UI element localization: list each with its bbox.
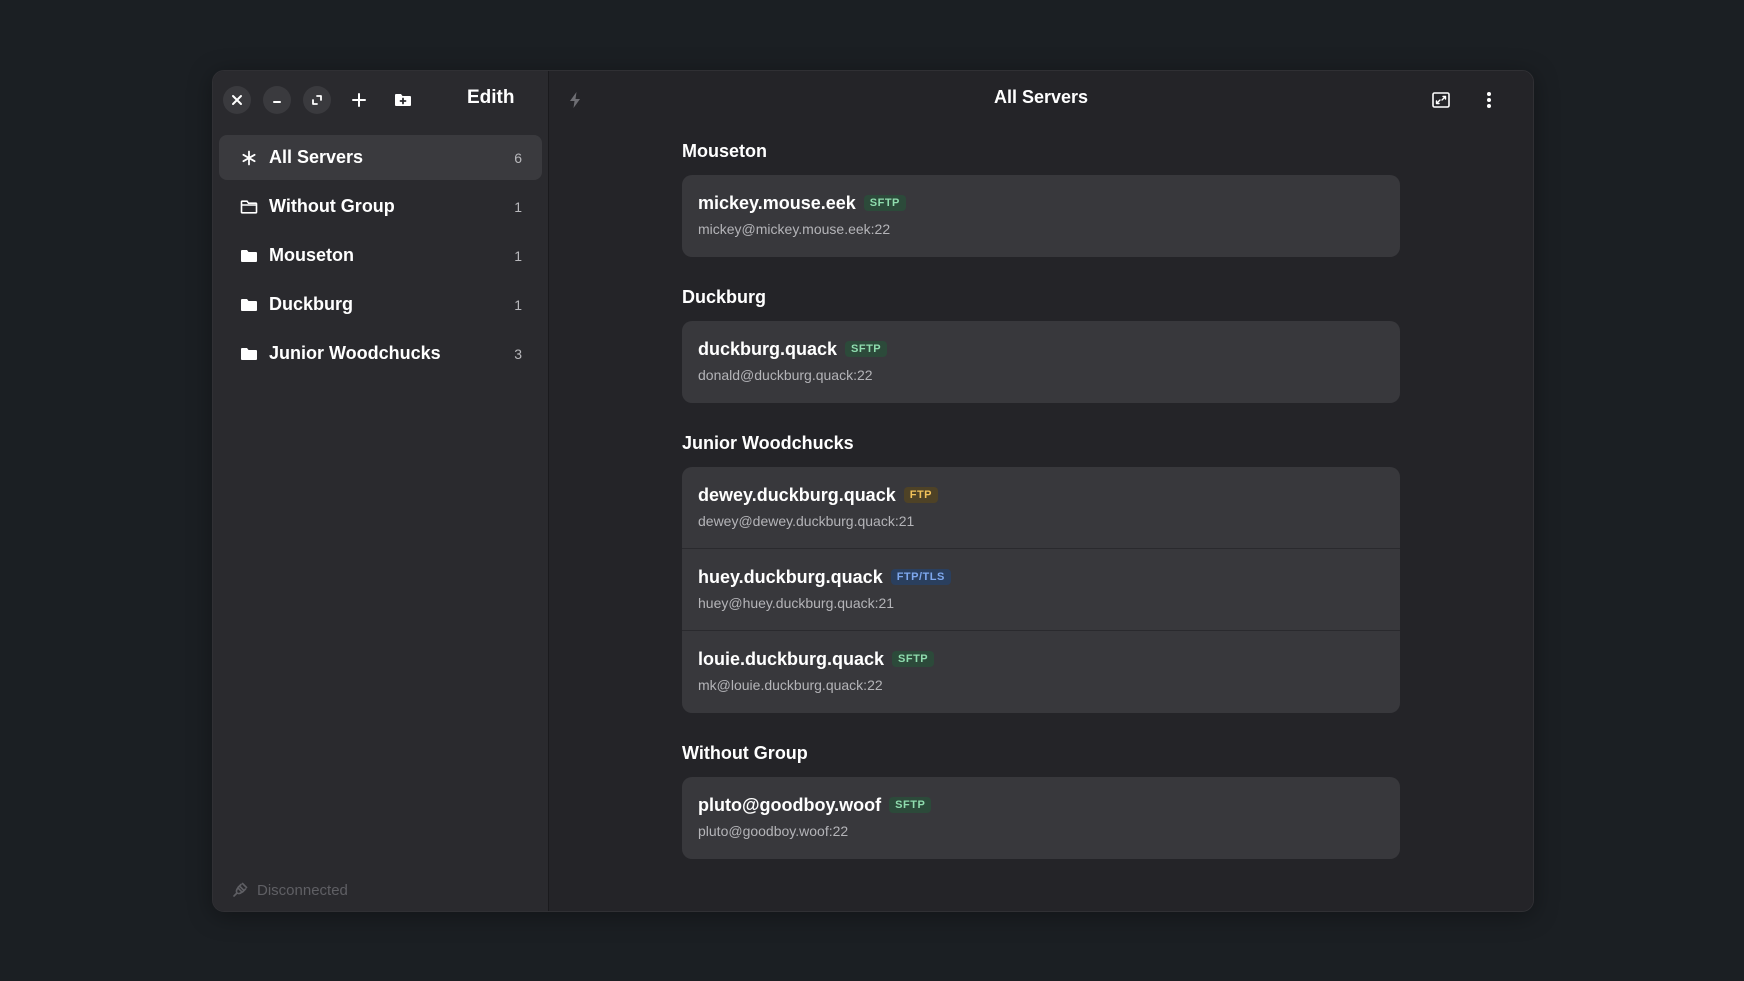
server-row-header: mickey.mouse.eek SFTP — [698, 191, 1384, 215]
main-content: All Servers Mouseton mickey.mouse.eek SF… — [549, 71, 1533, 911]
server-name: duckburg.quack — [698, 338, 838, 359]
sidebar-item-label: Mouseton — [269, 245, 354, 265]
server-list: Mouseton mickey.mouse.eek SFTP mickey@mi… — [682, 141, 1400, 889]
protocol-badge: SFTP — [863, 195, 906, 211]
add-server-button[interactable] — [343, 84, 375, 116]
minimize-window-button[interactable] — [263, 86, 291, 114]
minimize-icon — [273, 101, 281, 103]
sidebar-item-duckburg[interactable]: Duckburg 1 — [219, 282, 542, 327]
group-title-junior-woodchucks: Junior Woodchucks — [682, 433, 854, 453]
server-address: donald@duckburg.quack:22 — [698, 367, 873, 383]
server-address: mickey@mickey.mouse.eek:22 — [698, 221, 891, 237]
folder-icon — [239, 344, 259, 364]
group-card-without-group: pluto@goodboy.woof SFTP pluto@goodboy.wo… — [682, 777, 1400, 859]
toggle-view-button[interactable] — [1425, 84, 1457, 116]
sidebar-item-all-servers[interactable]: All Servers 6 — [219, 135, 542, 180]
asterisk-icon — [239, 148, 259, 168]
group-title-mouseton: Mouseton — [682, 141, 767, 161]
sidebar-item-count: 1 — [514, 247, 522, 264]
close-icon — [232, 95, 242, 105]
folder-icon — [239, 246, 259, 266]
server-name: dewey.duckburg.quack — [698, 484, 896, 505]
folder-icon — [239, 295, 259, 315]
group-title-duckburg: Duckburg — [682, 287, 767, 307]
kebab-menu-icon — [1487, 92, 1491, 108]
plus-icon — [352, 93, 366, 107]
content-header: All Servers — [549, 71, 1533, 125]
connection-status: Disconnected — [231, 881, 348, 899]
protocol-badge: FTP — [903, 487, 938, 503]
sidebar-item-label: Without Group — [269, 196, 395, 216]
close-window-button[interactable] — [223, 86, 251, 114]
server-row-header: duckburg.quack SFTP — [698, 337, 1384, 361]
server-row-header: dewey.duckburg.quack FTP — [698, 483, 1384, 507]
server-name: pluto@goodboy.woof — [698, 794, 882, 815]
sidebar-item-label: Duckburg — [269, 294, 354, 314]
sidebar-header: Edith — [213, 71, 548, 125]
server-row-header: pluto@goodboy.woof SFTP — [698, 793, 1384, 817]
sidebar-item-label: All Servers — [269, 147, 364, 167]
app-title: Edith — [467, 87, 515, 108]
folder-outline-icon — [239, 197, 259, 217]
expand-icon — [1432, 92, 1450, 108]
server-address: dewey@dewey.duckburg.quack:21 — [698, 513, 915, 529]
status-text: Disconnected — [257, 881, 348, 899]
sidebar-item-junior-woodchucks[interactable]: Junior Woodchucks 3 — [219, 331, 542, 376]
group-title-without-group: Without Group — [682, 743, 808, 763]
folder-add-icon — [395, 94, 411, 106]
server-row[interactable]: pluto@goodboy.woof SFTP pluto@goodboy.wo… — [682, 777, 1400, 859]
server-row[interactable]: dewey.duckburg.quack FTP dewey@dewey.duc… — [682, 467, 1400, 549]
restore-window-button[interactable] — [303, 86, 331, 114]
server-name: huey.duckburg.quack — [698, 566, 883, 587]
sidebar-item-count: 1 — [514, 198, 522, 215]
sidebar-item-count: 1 — [514, 296, 522, 313]
group-card-mouseton: mickey.mouse.eek SFTP mickey@mickey.mous… — [682, 175, 1400, 257]
page-title: All Servers — [993, 87, 1089, 107]
sidebar-nav: All Servers 6 Without Group 1 Mouseton 1 — [213, 125, 548, 376]
protocol-badge: SFTP — [892, 651, 935, 667]
sidebar-item-without-group[interactable]: Without Group 1 — [219, 184, 542, 229]
sidebar-item-count: 3 — [514, 345, 522, 362]
server-address: pluto@goodboy.woof:22 — [698, 823, 849, 839]
protocol-badge: SFTP — [845, 341, 888, 357]
server-row-header: louie.duckburg.quack SFTP — [698, 647, 1384, 671]
server-row-header: huey.duckburg.quack FTP/TLS — [698, 565, 1384, 589]
server-name: louie.duckburg.quack — [698, 648, 885, 669]
new-folder-button[interactable] — [387, 84, 419, 116]
server-row[interactable]: louie.duckburg.quack SFTP mk@louie.duckb… — [682, 631, 1400, 713]
server-row[interactable]: mickey.mouse.eek SFTP mickey@mickey.mous… — [682, 175, 1400, 257]
sidebar: Edith All Servers 6 Without Group 1 Mous… — [213, 71, 549, 911]
server-name: mickey.mouse.eek — [698, 192, 856, 213]
server-row[interactable]: duckburg.quack SFTP donald@duckburg.quac… — [682, 321, 1400, 403]
app-window: Edith All Servers 6 Without Group 1 Mous… — [212, 70, 1534, 912]
sidebar-item-count: 6 — [514, 149, 522, 166]
server-row[interactable]: huey.duckburg.quack FTP/TLS huey@huey.du… — [682, 549, 1400, 631]
main-menu-button[interactable] — [1473, 84, 1505, 116]
restore-icon — [312, 95, 322, 105]
group-card-junior-woodchucks: dewey.duckburg.quack FTP dewey@dewey.duc… — [682, 467, 1400, 713]
protocol-badge: SFTP — [889, 797, 932, 813]
disconnected-plug-icon — [233, 882, 248, 897]
protocol-badge: FTP/TLS — [890, 569, 951, 585]
sidebar-item-mouseton[interactable]: Mouseton 1 — [219, 233, 542, 278]
group-card-duckburg: duckburg.quack SFTP donald@duckburg.quac… — [682, 321, 1400, 403]
sidebar-item-label: Junior Woodchucks — [269, 343, 441, 363]
server-address: mk@louie.duckburg.quack:22 — [698, 677, 883, 693]
server-address: huey@huey.duckburg.quack:21 — [698, 595, 895, 611]
